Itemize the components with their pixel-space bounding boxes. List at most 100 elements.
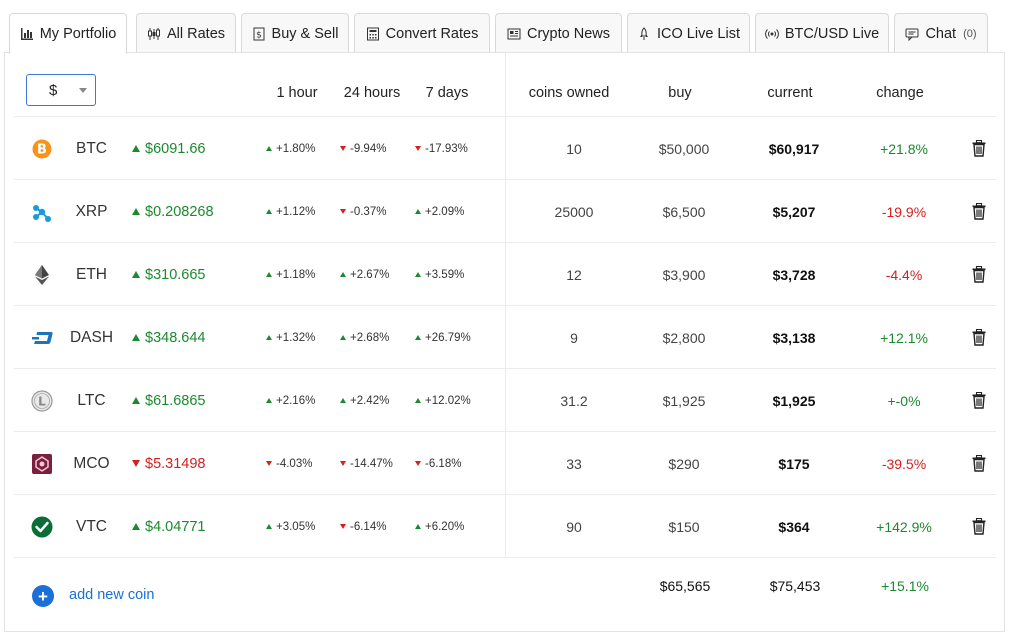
triangle-up-icon <box>266 524 272 529</box>
header-7-days[interactable]: 7 days <box>417 85 477 101</box>
change-value: -4.4% <box>885 266 923 283</box>
delete-coin-button[interactable] <box>969 495 989 558</box>
coins-owned[interactable]: 9 <box>524 306 624 369</box>
calculator-icon <box>366 27 380 41</box>
tab-chat[interactable]: Chat (0) <box>894 13 988 53</box>
currency-select[interactable]: $ <box>26 74 96 106</box>
chat-count-badge: (0) <box>963 27 977 40</box>
triangle-up-icon <box>415 398 421 403</box>
chevron-down-icon <box>79 88 87 93</box>
add-coin-button[interactable]: + <box>32 585 54 607</box>
trash-icon <box>972 140 986 157</box>
header-1-hour[interactable]: 1 hour <box>267 85 327 101</box>
header-change[interactable]: change <box>865 85 935 101</box>
triangle-up-icon <box>266 335 272 340</box>
delete-coin-button[interactable] <box>969 432 989 495</box>
tab-btc-usd-live[interactable]: BTC/USD Live <box>755 13 889 53</box>
tab-buy-sell[interactable]: $ Buy & Sell <box>241 13 349 53</box>
buy-value[interactable]: $50,000 <box>644 117 724 180</box>
svg-text:B: B <box>37 142 47 157</box>
litecoin-icon: L <box>30 369 54 432</box>
buy-value[interactable]: $2,800 <box>644 306 724 369</box>
change-1-hour: +1.80% <box>266 117 315 180</box>
coin-symbol: DASH <box>69 328 114 346</box>
triangle-up-icon <box>266 272 272 277</box>
table-row: XRP $0.208268 +1.12% -0.37% +2.09% 25000 $6,50… <box>14 179 996 242</box>
current-value: $60,917 <box>768 140 820 157</box>
change-1-hour: -4.03% <box>266 432 312 495</box>
candlestick-icon <box>147 27 161 41</box>
header-24-hours[interactable]: 24 hours <box>337 85 407 101</box>
buy-value[interactable]: $150 <box>644 495 724 558</box>
triangle-down-icon <box>415 146 421 151</box>
change-value: -19.9% <box>881 203 927 220</box>
change-24-hours: -0.37% <box>340 180 386 243</box>
coins-owned[interactable]: 90 <box>524 495 624 558</box>
trash-icon <box>972 518 986 535</box>
coins-owned[interactable]: 10 <box>524 117 624 180</box>
buy-value[interactable]: $290 <box>644 432 724 495</box>
ethereum-icon <box>30 243 54 306</box>
plus-icon: + <box>38 586 48 606</box>
add-coin-link[interactable]: add new coin <box>69 587 154 603</box>
coins-owned[interactable]: 12 <box>524 243 624 306</box>
triangle-up-icon <box>132 271 140 278</box>
coins-owned[interactable]: 25000 <box>524 180 624 243</box>
buy-value[interactable]: $1,925 <box>644 369 724 432</box>
triangle-up-icon <box>340 335 346 340</box>
change-7-days: +6.20% <box>415 495 464 558</box>
triangle-down-icon <box>266 461 272 466</box>
current-value: $364 <box>778 518 810 535</box>
delete-coin-button[interactable] <box>969 369 989 432</box>
tab-convert-rates[interactable]: Convert Rates <box>354 13 490 53</box>
coins-owned[interactable]: 33 <box>524 432 624 495</box>
table-row: ETH $310.665 +1.18% +2.67% +3.59% 12 $3,900 $3,… <box>14 242 996 305</box>
change-value: +12.1% <box>880 329 928 346</box>
delete-coin-button[interactable] <box>969 243 989 306</box>
triangle-up-icon <box>266 146 272 151</box>
total-change: +15.1% <box>881 578 929 594</box>
change-value: +-0% <box>887 392 921 409</box>
coin-symbol: BTC <box>76 139 107 157</box>
table-row: L LTC $61.6865 +2.16% +2.42% +12.02% 31.2 $1,92… <box>14 368 996 431</box>
chat-icon <box>905 27 919 41</box>
coin-price: $61.6865 <box>132 369 205 432</box>
current-value: $1,925 <box>772 392 816 409</box>
coins-owned[interactable]: 31.2 <box>524 369 624 432</box>
change-7-days: +26.79% <box>415 306 471 369</box>
coin-price: $5.31498 <box>132 432 205 495</box>
delete-coin-button[interactable] <box>969 306 989 369</box>
header-buy[interactable]: buy <box>650 85 710 101</box>
coin-price: $348.644 <box>132 306 205 369</box>
table-row: VTC $4.04771 +3.05% -6.14% +6.20% 90 $150 $364 +… <box>14 494 996 557</box>
tab-all-rates[interactable]: All Rates <box>136 13 236 53</box>
coin-price: $6091.66 <box>132 117 205 180</box>
coin-price: $310.665 <box>132 243 205 306</box>
change-24-hours: -6.14% <box>340 495 386 558</box>
triangle-up-icon <box>415 209 421 214</box>
coin-symbol: LTC <box>77 391 106 409</box>
tab-crypto-news[interactable]: Crypto News <box>495 13 622 53</box>
header-current[interactable]: current <box>755 85 825 101</box>
trash-icon <box>972 203 986 220</box>
triangle-down-icon <box>340 146 346 151</box>
coin-price: $0.208268 <box>132 180 214 243</box>
change-1-hour: +1.32% <box>266 306 315 369</box>
triangle-up-icon <box>266 398 272 403</box>
coin-symbol: XRP <box>75 202 108 220</box>
total-current: $75,453 <box>769 578 821 594</box>
tab-my-portfolio[interactable]: My Portfolio <box>9 13 127 54</box>
change-value: +142.9% <box>876 518 932 535</box>
header-coins-owned[interactable]: coins owned <box>519 85 619 101</box>
current-value: $3,728 <box>772 266 816 283</box>
change-24-hours: +2.68% <box>340 306 389 369</box>
table-row: DASH $348.644 +1.32% +2.68% +26.79% 9 $2,800 $3… <box>14 305 996 368</box>
buy-value[interactable]: $3,900 <box>644 243 724 306</box>
newspaper-icon <box>507 27 521 41</box>
change-value: +21.8% <box>880 140 928 157</box>
coin-price: $4.04771 <box>132 495 205 558</box>
buy-value[interactable]: $6,500 <box>644 180 724 243</box>
delete-coin-button[interactable] <box>969 180 989 243</box>
delete-coin-button[interactable] <box>969 117 989 180</box>
tab-ico-live-list[interactable]: ICO Live List <box>627 13 750 53</box>
